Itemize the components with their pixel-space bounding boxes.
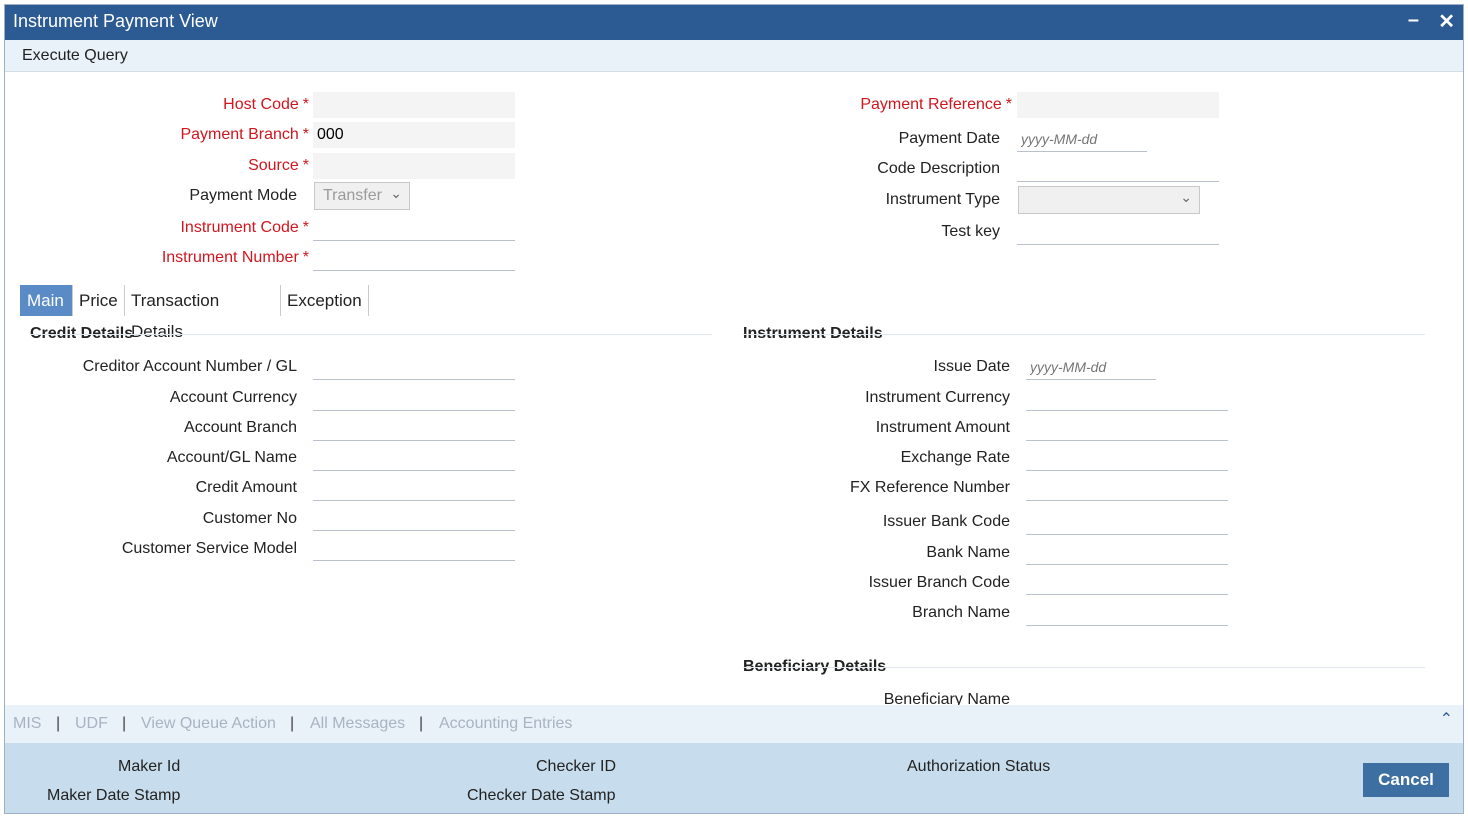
- account-branch-input[interactable]: [313, 415, 515, 441]
- instrument-currency-label: Instrument Currency: [865, 389, 1010, 406]
- customer-service-model-input[interactable]: [313, 535, 515, 561]
- close-icon[interactable]: ✕: [1438, 9, 1455, 34]
- payment-mode-select[interactable]: Transfer ⌄: [314, 182, 410, 210]
- payment-date-label: Payment Date: [898, 130, 1000, 147]
- chevron-up-icon[interactable]: ⌃: [1440, 709, 1453, 729]
- instrument-details-divider: [743, 334, 1425, 335]
- issue-date-label: Issue Date: [933, 358, 1010, 375]
- issuer-bank-code-label: Issuer Bank Code: [882, 513, 1010, 530]
- account-branch-label: Account Branch: [184, 419, 297, 436]
- tab-exception[interactable]: Exception: [280, 285, 369, 316]
- account-currency-label: Account Currency: [169, 389, 297, 406]
- issuer-branch-code-input[interactable]: [1026, 569, 1228, 595]
- payment-reference-label: Payment Reference *: [860, 96, 1012, 113]
- credit-amount-label: Credit Amount: [195, 479, 297, 496]
- view-queue-action-link[interactable]: View Queue Action: [141, 715, 276, 733]
- payment-branch-input[interactable]: [313, 122, 515, 148]
- authorization-status-label: Authorization Status: [907, 758, 1051, 775]
- all-messages-link[interactable]: All Messages: [310, 715, 405, 733]
- payment-date-input[interactable]: [1017, 126, 1147, 152]
- branch-name-label: Branch Name: [912, 604, 1010, 621]
- payment-mode-value: Transfer: [323, 187, 382, 204]
- code-description-input[interactable]: [1017, 156, 1219, 182]
- payment-reference-input[interactable]: [1017, 92, 1219, 118]
- footer-links-bar: MIS | UDF | View Queue Action | All Mess…: [5, 705, 1463, 743]
- tab-transaction-details[interactable]: Transaction Details: [124, 285, 281, 341]
- issuer-branch-code-label: Issuer Branch Code: [868, 574, 1010, 591]
- payment-branch-label: Payment Branch *: [180, 126, 309, 143]
- account-gl-name-label: Account/GL Name: [166, 449, 297, 466]
- payment-mode-label: Payment Mode: [189, 187, 297, 204]
- chevron-down-icon: ⌄: [1180, 189, 1192, 205]
- creditor-account-label: Creditor Account Number / GL: [82, 358, 297, 375]
- chevron-down-icon: ⌄: [390, 185, 402, 201]
- account-gl-name-input[interactable]: [313, 445, 515, 471]
- instrument-number-input[interactable]: [313, 245, 515, 271]
- exchange-rate-label: Exchange Rate: [900, 449, 1010, 466]
- bank-name-input[interactable]: [1026, 539, 1228, 565]
- title-bar: Instrument Payment View – ✕: [5, 5, 1463, 40]
- issue-date-input[interactable]: [1026, 354, 1156, 380]
- window-title: Instrument Payment View: [13, 11, 218, 31]
- code-description-label: Code Description: [877, 160, 1000, 177]
- tab-main[interactable]: Main: [20, 285, 73, 316]
- checker-date-stamp-label: Checker Date Stamp: [467, 787, 616, 804]
- creditor-account-input[interactable]: [313, 354, 515, 380]
- instrument-currency-input[interactable]: [1026, 385, 1228, 411]
- customer-no-label: Customer No: [202, 510, 297, 527]
- execute-query-button[interactable]: Execute Query: [22, 47, 128, 65]
- host-code-label: Host Code *: [223, 96, 309, 113]
- udf-link[interactable]: UDF: [75, 715, 108, 733]
- fx-reference-number-label: FX Reference Number: [849, 479, 1010, 496]
- instrument-code-input[interactable]: [313, 215, 515, 241]
- credit-details-divider: [30, 334, 712, 335]
- instrument-code-label: Instrument Code *: [180, 219, 309, 236]
- test-key-input[interactable]: [1017, 219, 1219, 245]
- footer-separator: |: [56, 715, 61, 732]
- customer-no-input[interactable]: [313, 505, 515, 531]
- maker-id-label: Maker Id: [118, 758, 181, 775]
- accounting-entries-link[interactable]: Accounting Entries: [439, 715, 572, 733]
- credit-amount-input[interactable]: [313, 475, 515, 501]
- cancel-button[interactable]: Cancel: [1363, 763, 1449, 797]
- instrument-type-select[interactable]: ⌄: [1018, 186, 1200, 214]
- maker-date-stamp-label: Maker Date Stamp: [47, 787, 181, 804]
- customer-service-model-label: Customer Service Model: [121, 540, 297, 557]
- instrument-amount-label: Instrument Amount: [875, 419, 1010, 436]
- instrument-type-label: Instrument Type: [885, 191, 1000, 208]
- checker-id-label: Checker ID: [536, 758, 617, 775]
- beneficiary-details-divider: [743, 667, 1425, 668]
- mis-link[interactable]: MIS: [13, 715, 41, 733]
- fx-reference-number-input[interactable]: [1026, 475, 1228, 501]
- instrument-number-label: Instrument Number *: [161, 249, 309, 266]
- source-input[interactable]: [313, 153, 515, 179]
- exchange-rate-input[interactable]: [1026, 445, 1228, 471]
- tab-price[interactable]: Price: [72, 285, 125, 316]
- audit-bar: Maker Id Maker Date Stamp Checker ID Che…: [5, 743, 1463, 813]
- source-label: Source *: [248, 157, 309, 174]
- instrument-amount-input[interactable]: [1026, 415, 1228, 441]
- account-currency-input[interactable]: [313, 385, 515, 411]
- instrument-payment-window: Instrument Payment View – ✕ Execute Quer…: [4, 4, 1464, 814]
- footer-separator: |: [419, 715, 424, 732]
- host-code-input[interactable]: [313, 92, 515, 118]
- bank-name-label: Bank Name: [926, 544, 1010, 561]
- issuer-bank-code-input[interactable]: [1026, 509, 1228, 535]
- footer-separator: |: [122, 715, 127, 732]
- test-key-label: Test key: [941, 223, 1000, 240]
- branch-name-input[interactable]: [1026, 600, 1228, 626]
- footer-separator: |: [290, 715, 295, 732]
- minimize-icon[interactable]: –: [1408, 9, 1419, 32]
- toolbar: Execute Query: [5, 40, 1463, 72]
